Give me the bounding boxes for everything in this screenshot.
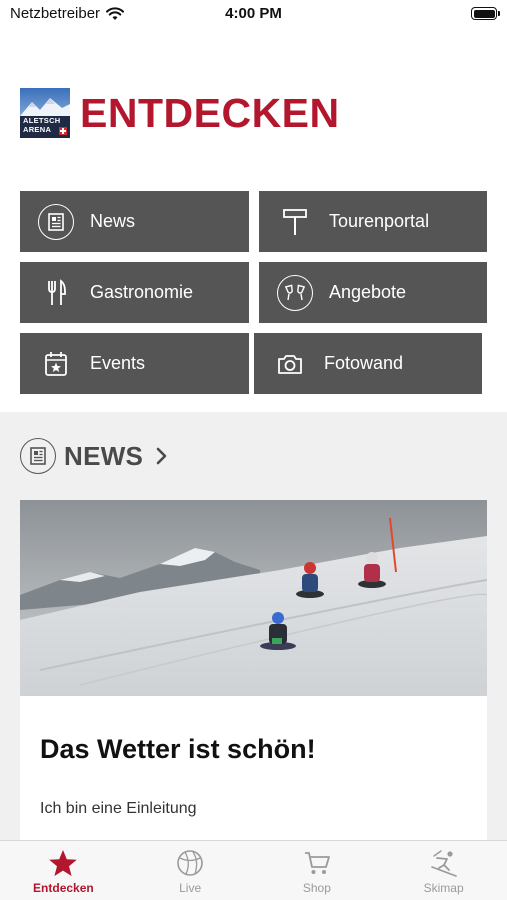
tile-events[interactable]: Events (20, 333, 249, 394)
tile-news[interactable]: News (20, 191, 249, 252)
tile-label: News (90, 211, 136, 231)
globe-icon (177, 850, 203, 876)
news-section: NEWS Das Wetter ist schön! Ich bin eine … (0, 412, 507, 842)
swiss-flag-icon (59, 127, 67, 135)
tab-skimap[interactable]: Skimap (380, 841, 507, 900)
tile-angebote[interactable]: Angebote (259, 262, 487, 323)
tab-live[interactable]: Live (127, 841, 254, 900)
news-card[interactable]: Das Wetter ist schön! Ich bin eine Einle… (20, 500, 487, 842)
cart-icon (304, 852, 330, 874)
tile-label: Events (90, 353, 146, 373)
news-card-intro: Ich bin eine Einleitung (40, 800, 197, 817)
aletsch-arena-logo: ALETSCH ARENA (20, 88, 70, 138)
news-card-title: Das Wetter ist schön! (40, 734, 316, 764)
tab-label: Shop (302, 881, 331, 895)
news-section-header[interactable]: NEWS (20, 438, 167, 474)
signpost-icon (277, 204, 313, 240)
tile-tourenportal[interactable]: Tourenportal (259, 191, 487, 252)
tab-label: Skimap (423, 881, 464, 895)
logo-text-aletsch: ALETSCH (23, 116, 61, 125)
page-title: ENTDECKEN (80, 89, 340, 136)
tile-label: Tourenportal (329, 211, 430, 231)
battery-icon (471, 7, 500, 20)
champagne-glasses-icon (277, 274, 313, 311)
skier-icon (430, 850, 457, 877)
status-bar: Netzbetreiber 4:00 PM (0, 0, 507, 28)
tile-fotowand[interactable]: Fotowand (254, 333, 482, 394)
logo-text-arena: ARENA (23, 125, 52, 134)
tab-label: Live (179, 881, 202, 895)
tab-entdecken[interactable]: Entdecken (0, 841, 127, 900)
tab-label: Entdecken (33, 881, 94, 895)
page-header: ALETSCH ARENA ENTDECKEN (20, 88, 340, 138)
newspaper-icon (38, 203, 74, 240)
tile-gastronomie[interactable]: Gastronomie (20, 262, 249, 323)
tab-shop[interactable]: Shop (254, 841, 381, 900)
tile-label: Gastronomie (90, 282, 194, 302)
news-heading: NEWS (64, 440, 144, 471)
calendar-star-icon (38, 346, 74, 382)
sledding-photo (20, 500, 487, 696)
newspaper-icon (20, 438, 56, 474)
tile-label: Fotowand (324, 353, 404, 373)
fork-knife-icon (38, 275, 74, 311)
star-icon (49, 850, 78, 876)
clock: 4:00 PM (225, 5, 282, 22)
camera-icon (272, 346, 308, 382)
chevron-right-icon (156, 447, 167, 465)
tile-label: Angebote (329, 282, 407, 302)
tab-bar: Entdecken Live Shop Skimap (0, 840, 507, 900)
